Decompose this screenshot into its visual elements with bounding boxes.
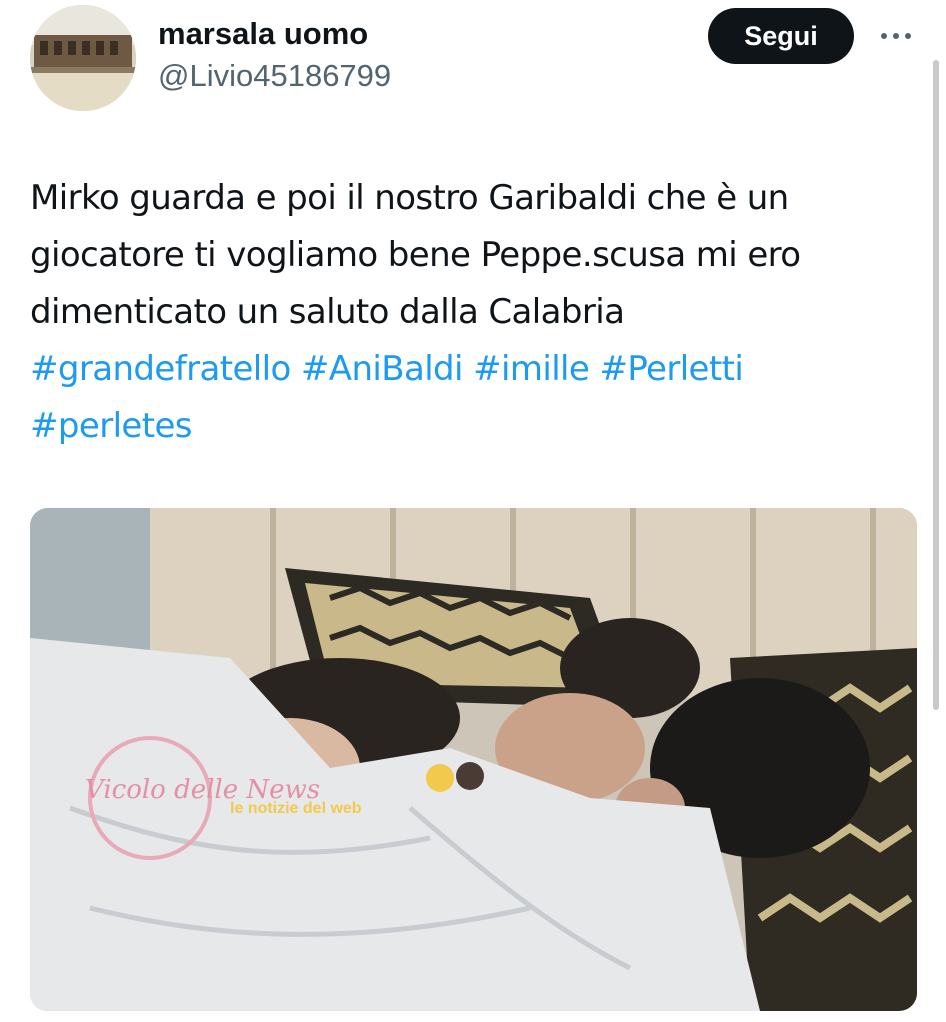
watermark-text-2: le notizie del web (230, 800, 362, 817)
hashtag-link[interactable]: #Perletti (599, 349, 743, 389)
avatar[interactable] (30, 5, 136, 111)
tweet-media-image[interactable]: Vicolo delle News le notizie del web (30, 508, 917, 1011)
tweet-text-line: giocatore ti vogliamo bene Peppe.scusa m… (30, 235, 801, 275)
hashtag-link[interactable]: #perletes (30, 406, 193, 446)
hashtag-link[interactable]: #grandefratello (30, 349, 291, 389)
hashtag-link[interactable]: #imille (473, 349, 590, 389)
photo-sleeping-people: Vicolo delle News le notizie del web (30, 508, 917, 1011)
tweet-text-line: Mirko guarda e poi il nostro Garibaldi c… (30, 178, 789, 218)
avatar-photo (30, 5, 136, 111)
hashtag-line: #grandefratello #AniBaldi #imille #Perle… (30, 341, 920, 398)
user-handle[interactable]: @Livio45186799 (158, 58, 391, 94)
display-name[interactable]: marsala uomo (158, 16, 368, 52)
tweet-text-line: dimenticato un saluto dalla Calabria (30, 292, 625, 332)
follow-button[interactable]: Segui (708, 8, 854, 64)
hashtag-line: #perletes (30, 398, 920, 455)
hashtag-link[interactable]: #AniBaldi (301, 349, 464, 389)
more-options-icon[interactable] (876, 24, 916, 48)
tweet-text: Mirko guarda e poi il nostro Garibaldi c… (30, 170, 920, 455)
scrollbar[interactable] (933, 60, 939, 710)
